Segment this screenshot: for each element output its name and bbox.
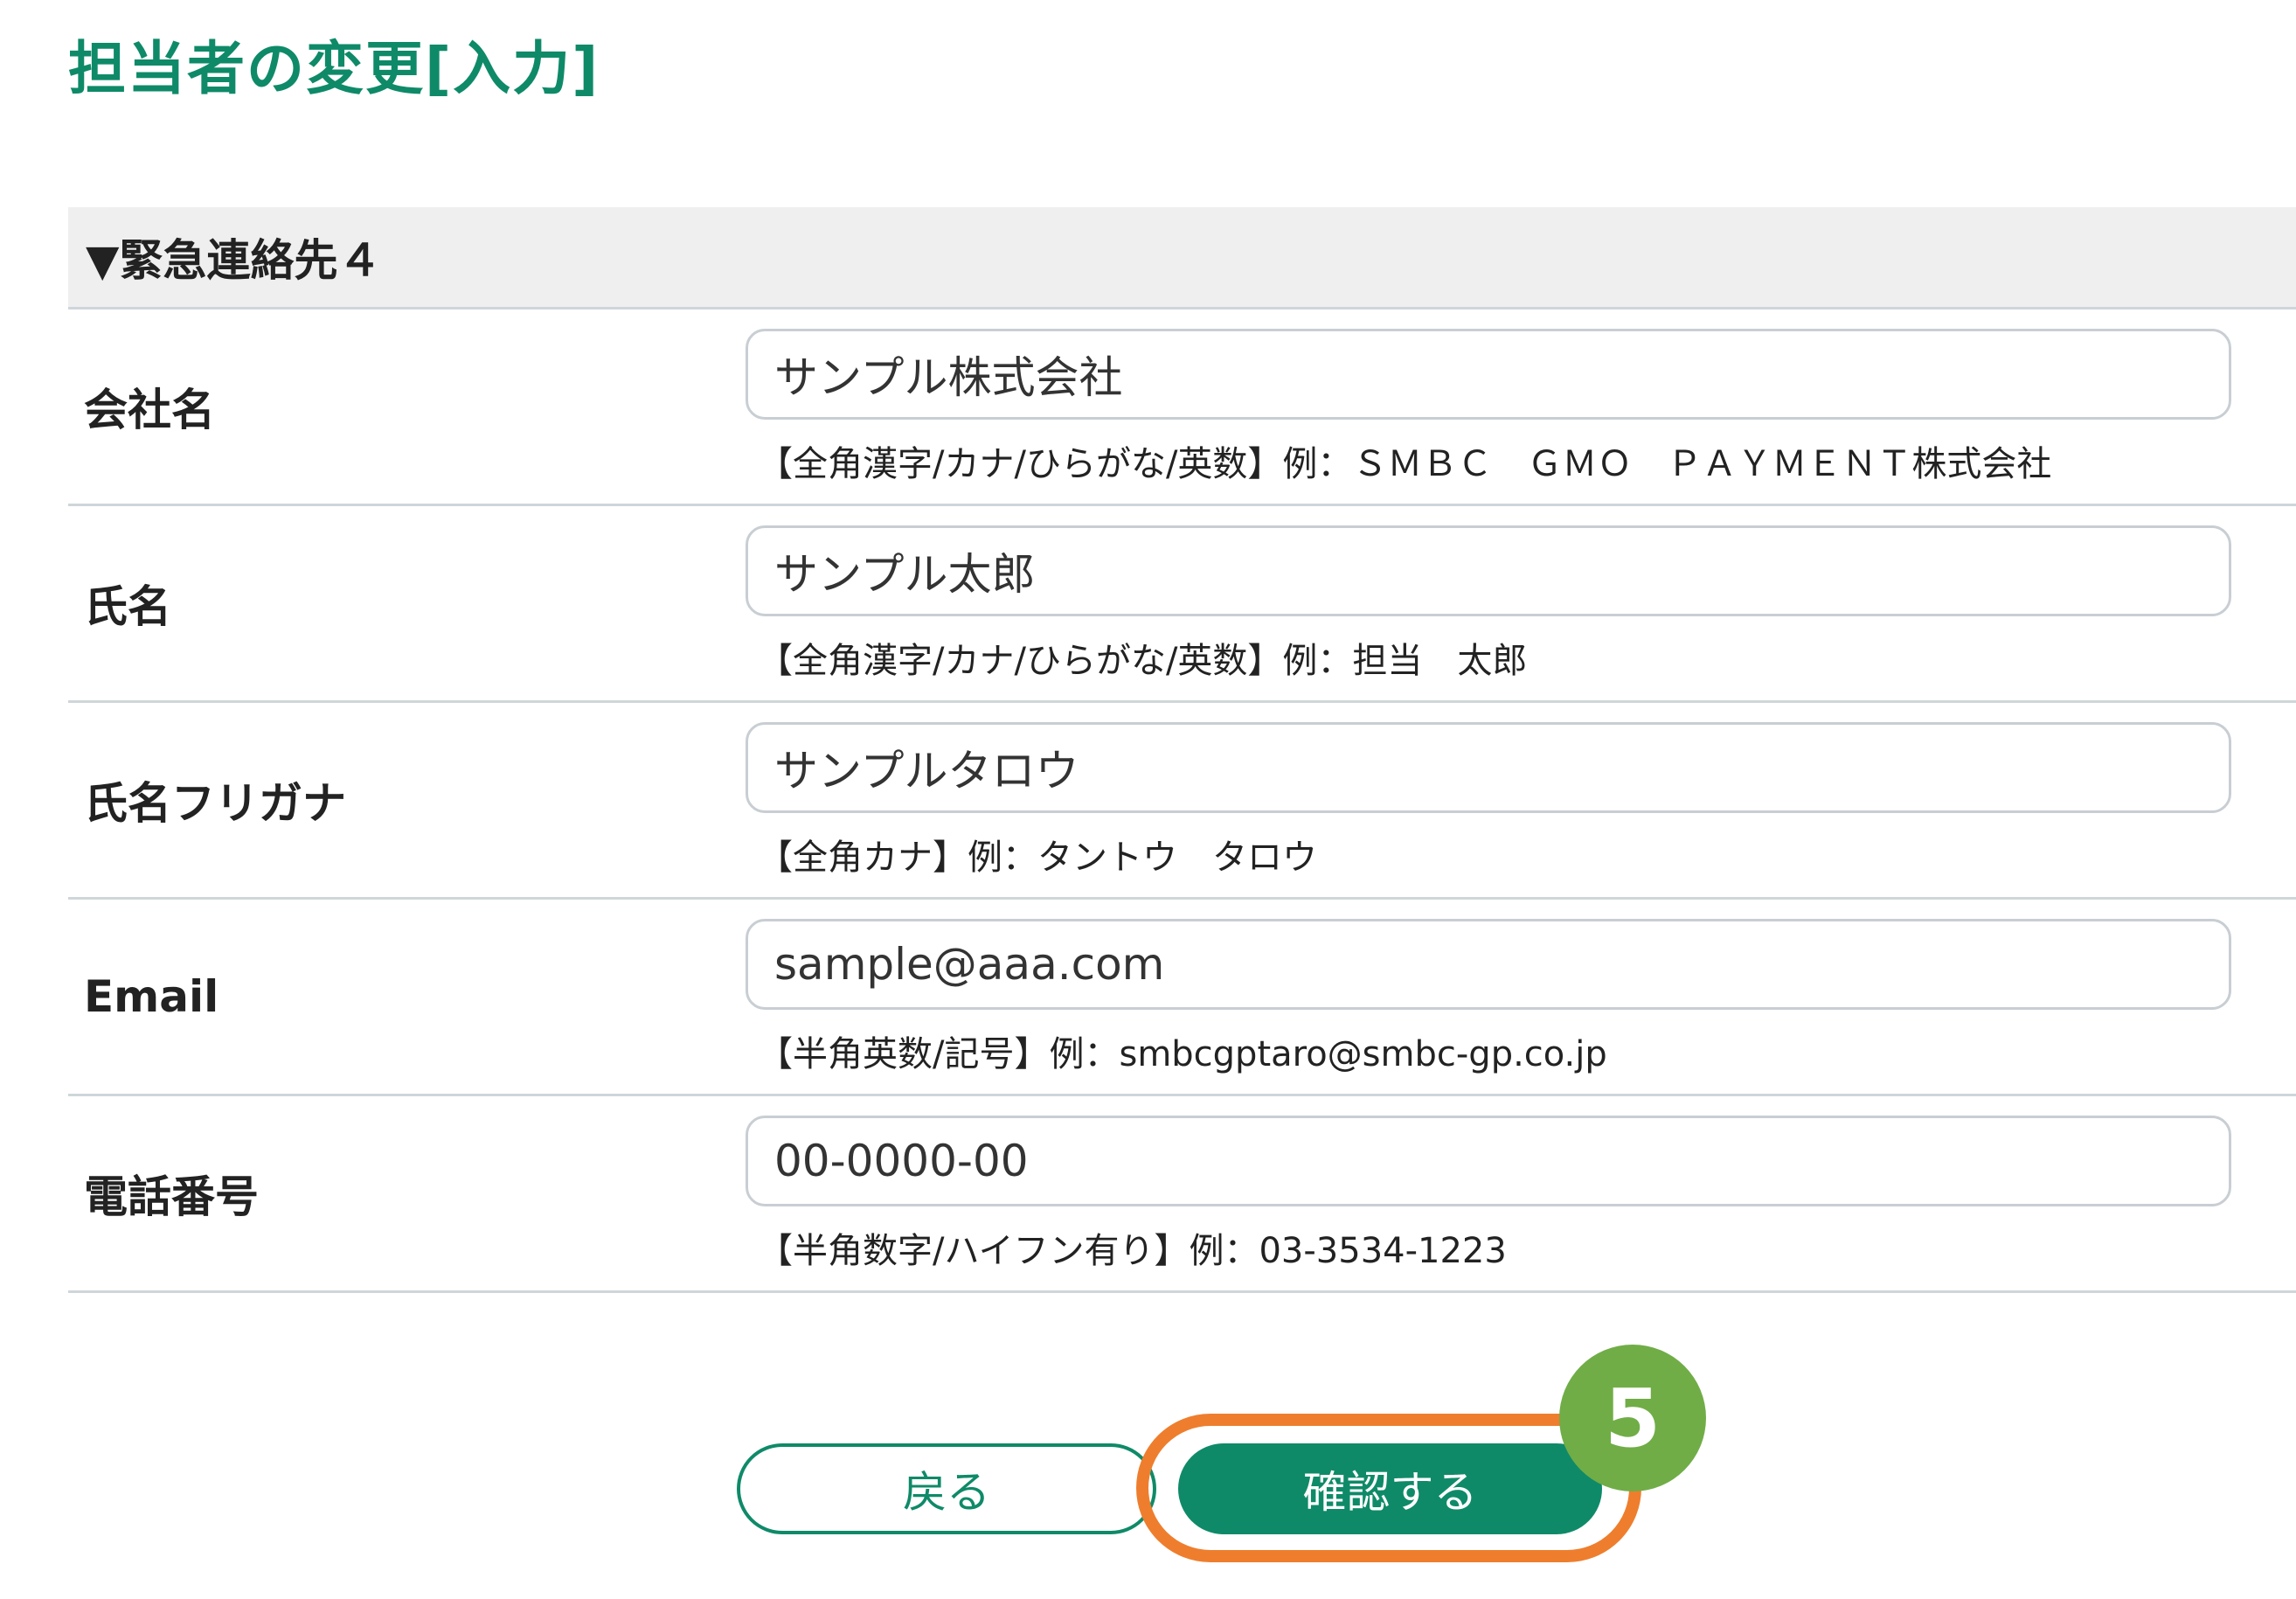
phone-input[interactable] [746, 1116, 2231, 1206]
name-label: 氏名 [84, 581, 171, 632]
form-row-phone: 電話番号 【半角数字/ハイフン有り】例：03-3534-1223 [68, 1096, 2296, 1293]
email-hint: 【半角英数/記号】例：smbcgptaro@smbc-gp.co.jp [758, 1034, 1607, 1074]
confirm-button[interactable]: 確認する [1178, 1443, 1602, 1534]
email-input[interactable] [746, 919, 2231, 1010]
email-label: Email [84, 971, 219, 1022]
company-name-label: 会社名 [84, 385, 215, 435]
phone-label: 電話番号 [84, 1171, 259, 1222]
page-title: 担当者の変更[入力] [68, 35, 600, 102]
furigana-input[interactable] [746, 722, 2231, 813]
form-row-email: Email 【半角英数/記号】例：smbcgptaro@smbc-gp.co.j… [68, 900, 2296, 1096]
form-row-company: 会社名 【全角漢字/カナ/ひらがな/英数】例：ＳＭＢＣ ＧＭＯ ＰＡＹＭＥＮＴ株… [68, 309, 2296, 506]
company-name-hint: 【全角漢字/カナ/ひらがな/英数】例：ＳＭＢＣ ＧＭＯ ＰＡＹＭＥＮＴ株式会社 [758, 444, 2052, 484]
emergency-contact-section: ▼緊急連絡先４ 会社名 【全角漢字/カナ/ひらがな/英数】例：ＳＭＢＣ ＧＭＯ … [68, 207, 2296, 1293]
back-button[interactable]: 戻る [737, 1443, 1156, 1534]
step-badge: 5 [1559, 1345, 1706, 1491]
name-hint: 【全角漢字/カナ/ひらがな/英数】例：担当 太郎 [758, 641, 1528, 681]
company-name-input[interactable] [746, 329, 2231, 420]
section-header: ▼緊急連絡先４ [68, 207, 2296, 309]
furigana-label: 氏名フリガナ [84, 778, 346, 829]
phone-hint: 【半角数字/ハイフン有り】例：03-3534-1223 [758, 1231, 1507, 1271]
form-row-furigana: 氏名フリガナ 【全角カナ】例：タントウ タロウ [68, 703, 2296, 900]
name-input[interactable] [746, 525, 2231, 616]
form-row-name: 氏名 【全角漢字/カナ/ひらがな/英数】例：担当 太郎 [68, 506, 2296, 703]
furigana-hint: 【全角カナ】例：タントウ タロウ [758, 838, 1317, 878]
